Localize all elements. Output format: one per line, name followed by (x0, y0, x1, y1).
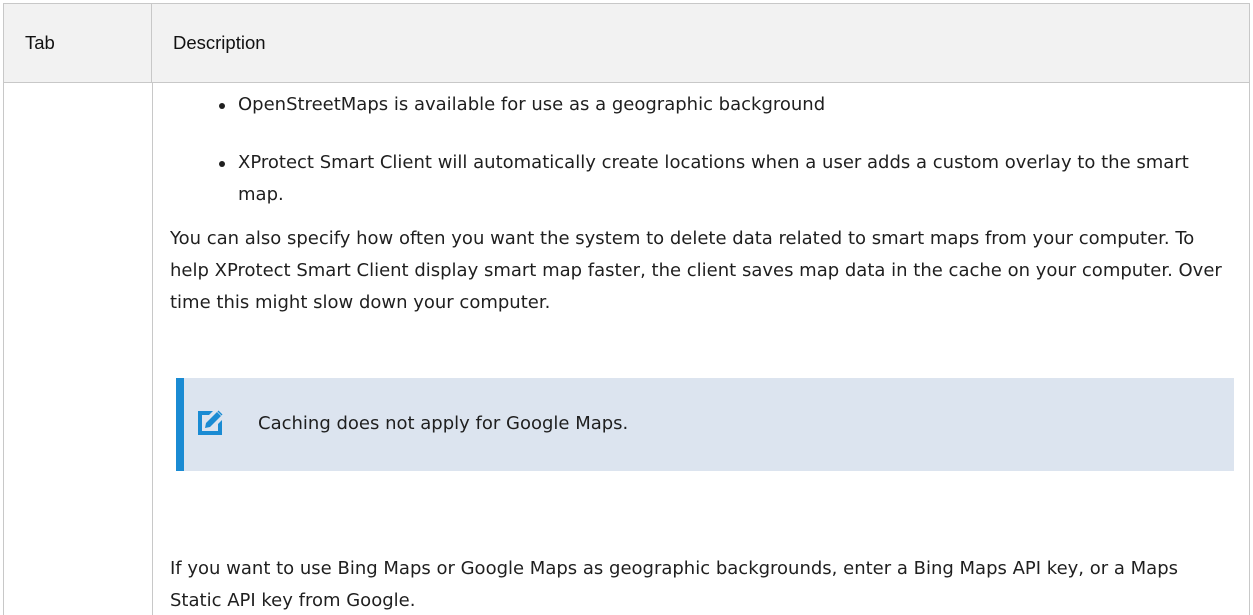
list-item-text: XProtect Smart Client will automatically… (238, 152, 1189, 205)
pencil-edit-icon (198, 410, 223, 435)
column-divider (152, 82, 153, 615)
list-item: OpenStreetMaps is available for use as a… (212, 89, 1222, 121)
note-text: Caching does not apply for Google Maps. (258, 413, 629, 434)
paragraph-cache: You can also specify how often you want … (170, 228, 1222, 313)
list-item-text: OpenStreetMaps is available for use as a… (238, 94, 826, 115)
list-item: XProtect Smart Client will automatically… (212, 147, 1222, 211)
header-description: Description (173, 32, 266, 53)
bullet-icon (219, 161, 225, 167)
table-header: Tab Description (4, 4, 1249, 83)
note-box: Caching does not apply for Google Maps. (176, 378, 1234, 471)
paragraph-api-key: If you want to use Bing Maps or Google M… (170, 558, 1178, 611)
bullet-icon (219, 103, 225, 109)
header-tab: Tab (4, 4, 152, 82)
